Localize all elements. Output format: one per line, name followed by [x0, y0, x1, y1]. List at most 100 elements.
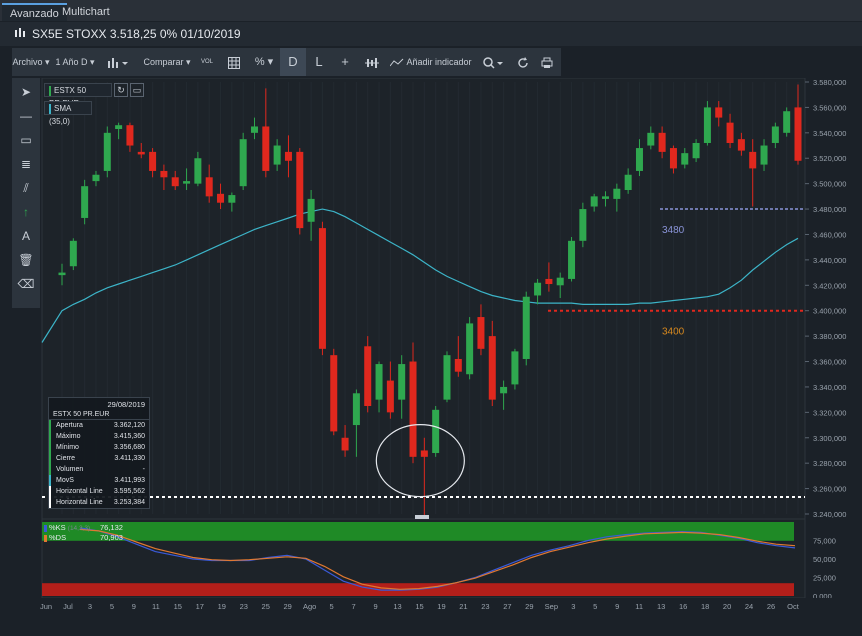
y-tick-label: 3.560,000: [813, 103, 846, 112]
x-tick-label: 9: [615, 602, 619, 611]
comparar-menu[interactable]: Comparar ▾: [140, 48, 194, 76]
candle-body: [81, 186, 89, 218]
grid-button[interactable]: [222, 48, 246, 76]
candle-body: [522, 296, 530, 359]
candle-body: [669, 148, 677, 169]
arrow-up-icon: ↑: [23, 205, 29, 219]
channel-tool[interactable]: ⫽: [12, 176, 40, 200]
candle-body: [556, 277, 564, 286]
data-value: 3.415,360: [113, 433, 145, 440]
candle-body: [160, 170, 168, 178]
reload-icon: ↻: [117, 85, 125, 95]
x-tick-label: 23: [481, 602, 489, 611]
x-tick-label: 5: [593, 602, 597, 611]
candle-body: [273, 145, 281, 165]
y-tick-label: 3.520,000: [813, 154, 846, 163]
candle-body: [205, 177, 213, 197]
print-button[interactable]: [536, 48, 558, 76]
candle-body: [726, 122, 734, 143]
data-row-hline-2: Horizontal Line 3.253,384: [49, 497, 149, 508]
refresh-button[interactable]: [512, 48, 534, 76]
indicator-icon: [390, 58, 404, 66]
pointer-tool[interactable]: ➤: [12, 80, 40, 104]
data-label: MovS: [56, 477, 74, 484]
instrument-legend[interactable]: ESTX 50 PR.EUR: [44, 83, 112, 108]
x-tick-label: Jul: [63, 602, 73, 611]
zoom-button[interactable]: [478, 48, 508, 76]
reload-series-button[interactable]: ↻: [114, 83, 128, 97]
crosshair-icon: +: [341, 54, 349, 69]
candle-body: [58, 272, 66, 276]
candle-body: [420, 450, 428, 457]
title-bar: SX5E STOXX 3.518,25 0% 01/10/2019: [0, 22, 862, 46]
daily-button[interactable]: D: [280, 48, 306, 76]
candle-body: [250, 126, 258, 133]
candle-body: [783, 111, 791, 133]
candle-body: [103, 132, 111, 171]
indicator-tick-label: 75,000: [813, 537, 836, 546]
candle-body: [398, 364, 406, 400]
percent-select[interactable]: % ▾: [250, 48, 278, 76]
k-label: %KS: [49, 523, 66, 532]
candles-button[interactable]: [360, 48, 384, 76]
candle-body: [454, 358, 462, 372]
d-swatch: [44, 534, 47, 542]
chart-type-button[interactable]: [100, 48, 136, 76]
fibonacci-tool[interactable]: ≣: [12, 152, 40, 176]
period-select[interactable]: 1 Año D ▾: [52, 48, 98, 76]
arrow-tool[interactable]: ↑: [12, 200, 40, 224]
x-tick-label: 25: [262, 602, 270, 611]
candle-body: [511, 351, 519, 385]
candle-body: [318, 228, 326, 349]
instrument-swatch: [49, 85, 51, 96]
tab-multichart[interactable]: Multichart: [54, 3, 118, 21]
x-axis: Jun Jul 3 5 9 11 15 17 19 23 25 29 Ago 5 7 9 13 15 19 21 23 2…: [40, 602, 800, 611]
crosshair-button[interactable]: +: [332, 48, 358, 76]
x-tick-label: 29: [284, 602, 292, 611]
candle-body: [307, 198, 315, 222]
data-value: 3.595,562: [113, 488, 145, 495]
candle-body: [149, 151, 157, 171]
x-tick-label: 15: [174, 602, 182, 611]
y-tick-label: 3.340,000: [813, 383, 846, 392]
bar-chart-icon: [108, 57, 128, 68]
candle-body: [500, 386, 508, 394]
y-tick-label: 3.360,000: [813, 358, 846, 367]
fibonacci-icon: ≣: [20, 157, 32, 171]
series-settings-button[interactable]: ▭: [130, 83, 144, 97]
k-value: 76,132: [100, 523, 123, 532]
volume-toggle[interactable]: VOL: [196, 48, 218, 76]
delete-tool[interactable]: 🗑: [12, 248, 40, 272]
x-tick-label: Sep: [545, 602, 558, 611]
archivo-menu[interactable]: Archivo ▾: [12, 48, 50, 76]
candles-icon: [365, 57, 379, 68]
x-tick-label: 17: [196, 602, 204, 611]
x-tick-label: Ago: [303, 602, 316, 611]
line-tool[interactable]: —: [12, 104, 40, 128]
eraser-icon: ⌫: [17, 277, 35, 291]
print-icon: [541, 57, 553, 68]
data-row-volume: Volumen -: [49, 464, 149, 475]
candle-body: [341, 437, 349, 451]
candle-body: [579, 209, 587, 241]
k-swatch: [44, 524, 47, 532]
data-row-high: Máximo 3.415,360: [49, 431, 149, 442]
linear-button[interactable]: L: [306, 48, 332, 76]
candle-body: [624, 174, 632, 190]
add-indicator-button[interactable]: Añadir indicador ▾: [388, 48, 474, 95]
candle-body: [386, 380, 394, 413]
data-label: Cierre: [56, 455, 76, 462]
candle-body: [613, 188, 621, 199]
candle-body: [466, 323, 474, 375]
x-tick-label: 21: [459, 602, 467, 611]
candle-body: [432, 409, 440, 454]
candlestick-icon: [15, 28, 25, 37]
rectangle-tool[interactable]: ▭: [12, 128, 40, 152]
eraser-tool[interactable]: ⌫: [12, 272, 40, 296]
sma-legend[interactable]: SMA (35,0): [44, 101, 92, 126]
page-title: SX5E STOXX 3.518,25 0% 01/10/2019: [32, 27, 241, 41]
y-tick-label: 3.580,000: [813, 78, 846, 87]
candle-body: [69, 240, 77, 267]
stochastic-panel[interactable]: 75,00050,00025,0000,000: [0, 519, 862, 598]
text-tool[interactable]: A: [12, 224, 40, 248]
